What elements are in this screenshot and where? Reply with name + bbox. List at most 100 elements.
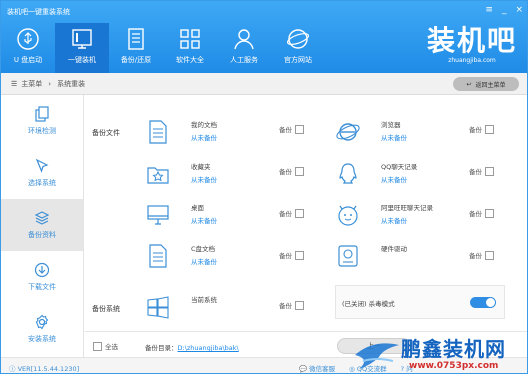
back-to-main-button[interactable]: ↩ 返回主菜单 (453, 77, 519, 91)
backup-checkbox-browser[interactable]: 备份 (469, 124, 494, 134)
breadcrumb: ☰ 主菜单 › 系统重装 ↩ 返回主菜单 (1, 73, 527, 95)
backup-directory-label: 备份目录： (145, 344, 178, 352)
sidebar-item-label: 备份资料 (28, 231, 56, 239)
checkbox[interactable] (295, 300, 304, 310)
backup-directory-link[interactable]: D:\zhuangjiba\bak\ (178, 344, 239, 352)
minimize-icon[interactable]: _ (502, 5, 507, 15)
back-button-label: 返回主菜单 (475, 81, 506, 89)
backup-checkbox-my-documents[interactable]: 备份 (279, 124, 304, 134)
checkbox[interactable] (295, 166, 304, 176)
nav-usb-boot[interactable]: U 盘启动 (1, 23, 55, 73)
sidebar-item-label: 环境检测 (28, 127, 56, 135)
item-status: 从未备份 (191, 217, 217, 225)
checkbox[interactable] (295, 208, 304, 218)
gear-icon (35, 314, 49, 330)
checkbox[interactable] (485, 250, 494, 260)
doc-icon (149, 244, 167, 268)
list-icon: ☰ (11, 79, 18, 88)
backup-system-label: 备份系统 (92, 305, 120, 313)
watermark-title: 鹏鑫装机网 (401, 337, 506, 361)
backup-checkbox-drivers[interactable]: 备份 (469, 250, 494, 260)
sidebar-item-label: 安装系统 (28, 335, 56, 343)
version-label: VER[11.5.44.1230] (17, 365, 80, 373)
sidebar-item-install[interactable]: 安装系统 (1, 303, 83, 355)
wangwang-icon (338, 205, 358, 226)
checkbox-label: 备份 (469, 168, 482, 176)
checkbox[interactable] (295, 250, 304, 260)
sidebar-item-env-check[interactable]: 环境检测 (1, 95, 83, 147)
info-icon: ⓘ (9, 365, 18, 373)
item-name: 阿里旺旺聊天记录 (381, 204, 433, 212)
nav-official-site[interactable]: 官方网站 (271, 23, 325, 73)
antivirus-toggle[interactable] (470, 297, 496, 308)
app-window: 装机吧一键重装系统 ≡ _ × U 盘启动 一键装机 备份/还原 软件大全 人工… (0, 0, 528, 374)
checkbox[interactable] (93, 341, 102, 351)
menu-icon[interactable]: ≡ (485, 5, 493, 15)
select-all-checkbox[interactable]: 全选 (93, 341, 118, 351)
checkbox-label: 备份 (469, 210, 482, 218)
checkbox-label: 备份 (469, 252, 482, 260)
nav-label: 一键装机 (68, 56, 96, 64)
sidebar: 环境检测 选择系统 备份资料 下载文件 安装系统 (1, 95, 84, 357)
item-name: QQ聊天记录 (381, 163, 418, 171)
cursor-icon (35, 158, 49, 173)
nav-manual-service[interactable]: 人工服务 (217, 23, 271, 73)
breadcrumb-home[interactable]: 主菜单 (21, 79, 42, 89)
download-icon (34, 262, 50, 278)
bird-logo-icon (355, 343, 399, 369)
nav-label: U 盘启动 (13, 56, 43, 64)
checkbox[interactable] (485, 208, 494, 218)
item-status: 从未备份 (381, 176, 407, 184)
checkbox[interactable] (485, 166, 494, 176)
item-status: 从未备份 (381, 134, 407, 142)
item-name: C盘文档 (191, 245, 216, 253)
item-name: 浏览器 (381, 121, 401, 129)
sidebar-item-backup[interactable]: 备份资料 (1, 199, 83, 251)
checkbox[interactable] (295, 124, 304, 134)
backup-checkbox-favorites[interactable]: 备份 (279, 166, 304, 176)
nav-label: 软件大全 (176, 56, 204, 64)
close-icon[interactable]: × (515, 5, 523, 15)
backup-checkbox-desktop[interactable]: 备份 (279, 208, 304, 218)
nav-software[interactable]: 软件大全 (163, 23, 217, 73)
checkbox[interactable] (485, 124, 494, 134)
item-name: 当前系统 (191, 296, 217, 304)
backup-checkbox-qq[interactable]: 备份 (469, 166, 494, 176)
sidebar-item-select-system[interactable]: 选择系统 (1, 147, 83, 199)
checkbox-label: 备份 (279, 210, 292, 218)
globe-icon (286, 29, 310, 49)
person-icon (234, 29, 254, 50)
checkbox-label: 备份 (279, 126, 292, 134)
windows-icon (147, 296, 169, 319)
sidebar-item-download[interactable]: 下载文件 (1, 251, 83, 303)
doc-icon (149, 120, 167, 144)
item-status: 从未备份 (191, 258, 217, 266)
monitor-icon (72, 29, 92, 49)
watermark-url: www.0753px.com (409, 361, 499, 371)
disk-icon (338, 245, 358, 267)
document-icon (128, 28, 144, 50)
nav-backup-restore[interactable]: 备份/还原 (109, 23, 163, 73)
version-text: ⓘ VER[11.5.44.1230] (9, 363, 79, 373)
top-nav: U 盘启动 一键装机 备份/还原 软件大全 人工服务 官方网站 (1, 23, 325, 73)
brand-logo: 装机吧 zhuangjiba.com (427, 19, 517, 64)
wechat-service-link[interactable]: 💬 微信客服 (299, 363, 335, 373)
backup-files-label: 备份文件 (92, 129, 120, 137)
desktop-icon (147, 205, 169, 225)
usb-icon (17, 28, 39, 50)
item-name: 我的文档 (191, 121, 217, 129)
sidebar-item-label: 选择系统 (28, 179, 56, 187)
breadcrumb-separator: › (48, 79, 52, 88)
sidebar-item-label: 下载文件 (28, 283, 56, 291)
select-all-label: 全选 (105, 343, 118, 351)
backup-checkbox-system[interactable]: 备份 (279, 300, 304, 310)
toggle-knob (486, 298, 495, 307)
item-status: 从未备份 (191, 176, 217, 184)
nav-one-click-install[interactable]: 一键装机 (55, 23, 109, 73)
ie-icon (336, 123, 360, 141)
item-name: 桌面 (191, 204, 204, 212)
antivirus-mode-panel: (已关闭) 杀毒模式 (335, 285, 505, 319)
nav-label: 人工服务 (230, 56, 258, 64)
backup-checkbox-wangwang[interactable]: 备份 (469, 208, 494, 218)
backup-checkbox-c-drive-docs[interactable]: 备份 (279, 250, 304, 260)
